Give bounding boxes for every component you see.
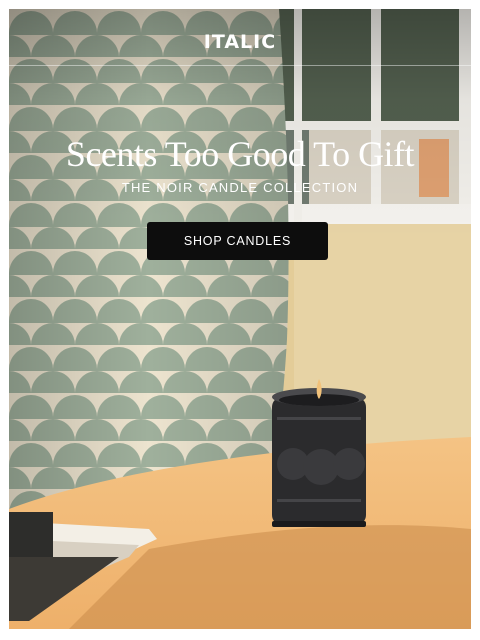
candle: [272, 379, 366, 527]
hero-headline: Scents Too Good To Gift: [65, 134, 415, 174]
hero-photo: [9, 9, 471, 629]
shop-candles-button[interactable]: SHOP CANDLES: [147, 222, 328, 260]
header-divider: [9, 65, 471, 66]
email-hero: ITALIC Scents Too Good To Gift THE NOIR …: [9, 9, 471, 629]
brand-logo[interactable]: ITALIC: [9, 31, 471, 53]
hero-subheadline: THE NOIR CANDLE COLLECTION: [121, 180, 359, 195]
